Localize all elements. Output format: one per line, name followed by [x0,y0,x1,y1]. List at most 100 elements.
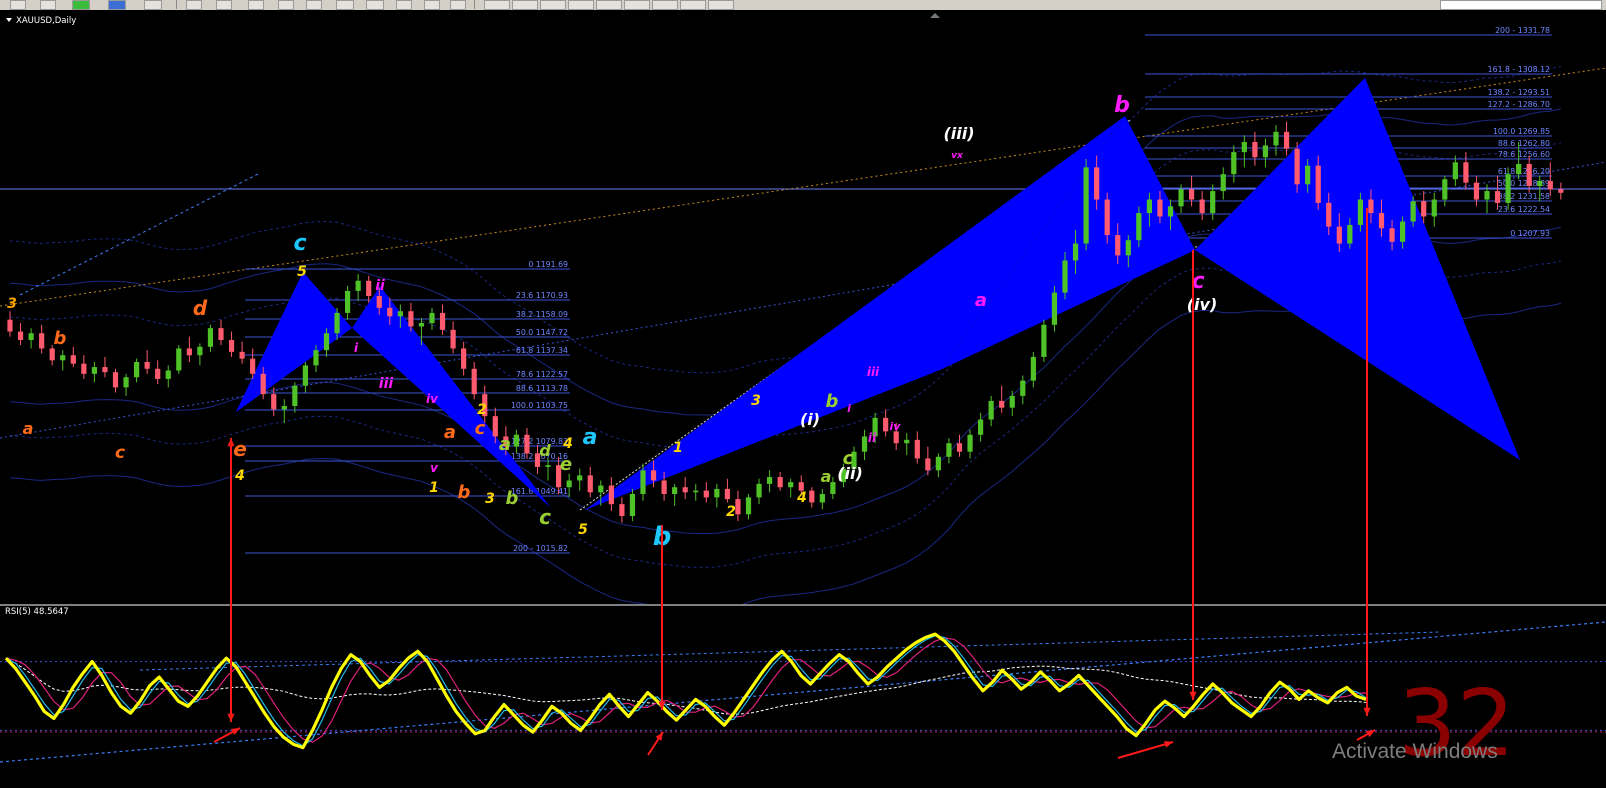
candle-body [439,312,446,330]
toolbar-button[interactable] [10,0,26,10]
candle-body [1389,228,1395,242]
channel-icon[interactable] [336,0,354,10]
candle-body [281,406,287,410]
activate-windows-watermark: Activate Windows [1332,740,1498,763]
fib-level-label: 161.8 - 1308.12 [1488,65,1550,74]
wave-label: (iii) [943,124,974,143]
candle-body [471,368,477,395]
candle-body [788,482,794,488]
candle-body [81,363,87,374]
label-icon[interactable] [424,0,440,10]
candle-body [735,499,741,515]
wave-label: a [444,422,456,443]
wave-label: (i) [800,410,820,429]
candle-body [1083,167,1089,244]
trendline-icon[interactable] [306,0,322,10]
text-icon[interactable] [396,0,412,10]
candle-body [323,333,330,351]
candle-body [1326,202,1332,227]
chart-icon[interactable] [144,0,162,10]
candle-body [640,470,646,494]
candle-body [387,307,393,317]
candle-body [292,385,298,406]
hline-icon[interactable] [278,0,294,10]
wave-label: 3 [751,393,761,409]
candle-body [904,439,910,444]
candle-body [619,504,625,516]
navigator-icon[interactable] [108,0,126,10]
candle-body [1104,199,1110,236]
fib-level-label: 50.0 1147.72 [516,328,568,337]
candle-body [17,331,24,340]
wave-label: 1 [673,440,683,456]
wave-label: d [539,441,551,460]
candle-body [809,490,815,503]
timeframe-button[interactable] [652,0,678,10]
candle-body [925,458,931,471]
timeframe-button[interactable] [596,0,622,10]
candle-body [313,350,319,366]
fib-level-label: 127.2 - 1286.70 [1488,100,1550,109]
candle-body [1262,145,1269,158]
candle-body [545,465,551,467]
candle-body [1273,131,1279,146]
cursor-icon[interactable] [186,0,202,10]
candle-body [819,494,825,503]
candle-body [1062,260,1068,293]
search-field[interactable] [1440,0,1602,10]
candle-body [861,436,868,452]
candle-body [492,416,498,437]
candle-body [1305,165,1311,185]
wave-label: c [115,443,125,463]
candle-body [1136,213,1142,241]
wave-label: b [826,391,839,412]
candle-body [49,348,55,361]
candle-body [7,319,13,332]
wave-label: b [506,488,519,509]
wave-label: e [233,437,247,461]
candle-body [598,485,604,493]
timeframe-button[interactable] [484,0,510,10]
fib-level-label: 23.6 1222.54 [1498,205,1550,214]
candle-body [260,373,266,395]
fibo-icon[interactable] [366,0,384,10]
candle-body [1347,224,1353,244]
toolbar-button[interactable] [40,0,56,10]
candle-body [693,490,699,493]
candle [1051,285,1058,332]
candle-body [577,475,583,481]
candle-body [1452,162,1458,180]
timeframe-button[interactable] [568,0,594,10]
candle-body [239,351,245,359]
candle-body [165,370,171,379]
new-order-icon[interactable] [72,0,90,10]
candle-body [397,311,403,317]
line-icon[interactable] [248,0,264,10]
fib-level-label: 78.6 1122.57 [516,370,568,379]
crosshair-icon[interactable] [216,0,232,10]
candle-body [60,355,66,361]
candle-body [893,431,899,444]
candle-body [1357,199,1363,225]
candle-body [228,340,235,352]
candle-body [1157,199,1163,217]
wave-label: b [458,482,471,503]
candle-body [366,280,372,296]
candle-body [1368,199,1374,214]
timeframe-button[interactable] [540,0,566,10]
timeframe-button[interactable] [624,0,650,10]
candle-body [703,490,709,498]
candle-body [650,470,657,481]
arrow-icon[interactable] [450,0,466,10]
timeframe-button[interactable] [680,0,706,10]
fib-level-label: 38.2 1158.09 [516,310,568,319]
candle-body [197,346,203,356]
fib-level-label: 88.6 1262.80 [1498,139,1550,148]
timeframe-button[interactable] [512,0,538,10]
candle-body [988,400,994,420]
candle-body [513,434,519,447]
fib-level-label: 100.0 1103.75 [511,401,568,410]
chart-canvas[interactable]: 0 1191.69 23.6 1170.93 38.2 1158.09 50.0 11… [0,10,1606,788]
candle-body [1030,356,1036,381]
timeframe-button[interactable] [708,0,734,10]
